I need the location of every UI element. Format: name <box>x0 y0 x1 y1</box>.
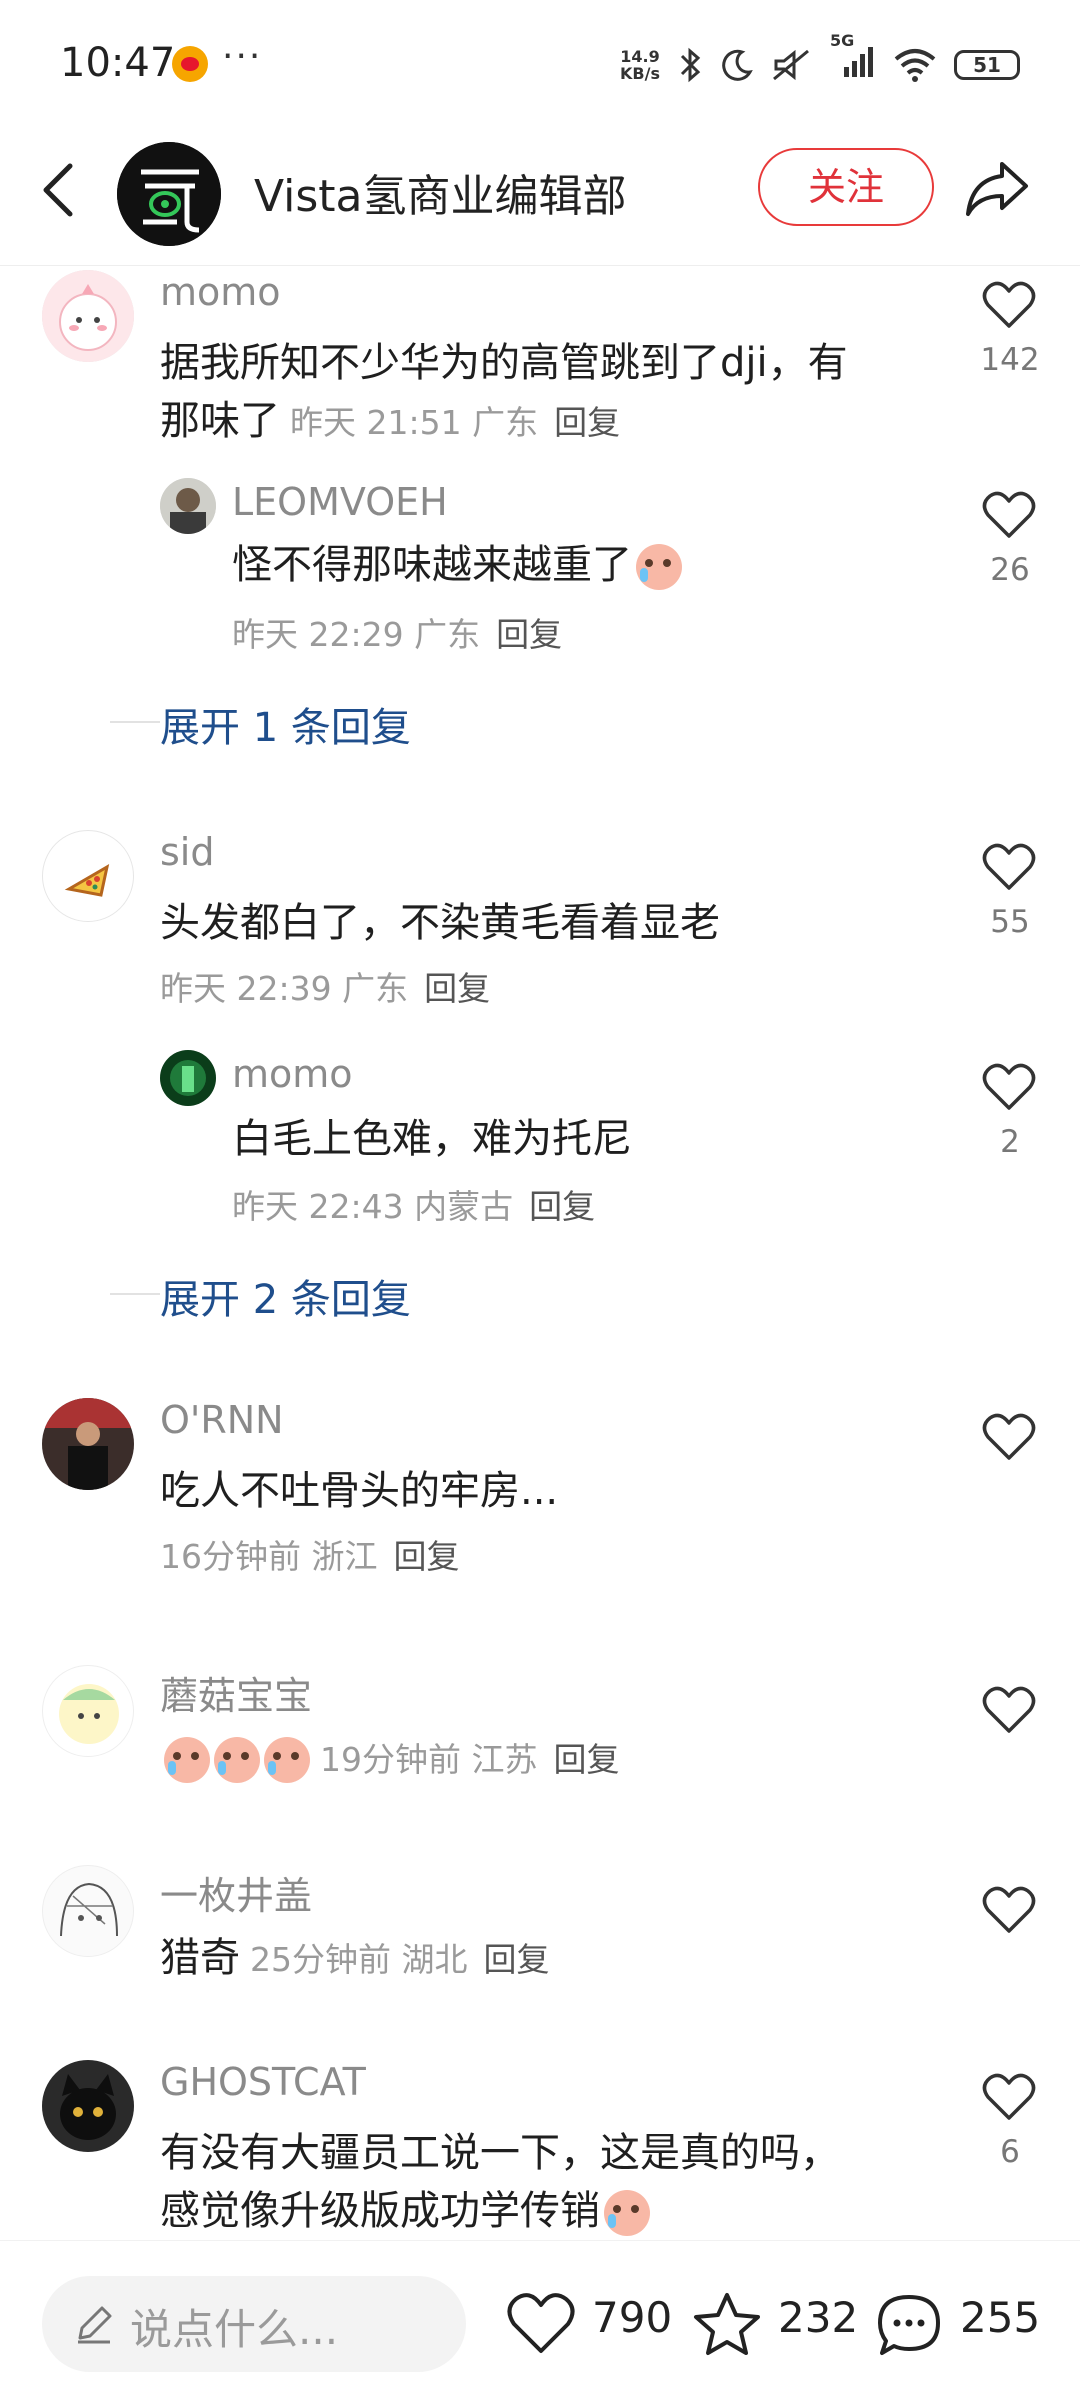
reply-button[interactable]: 回复 <box>484 1940 550 1979</box>
account-avatar[interactable] <box>117 142 221 246</box>
status-bar: 10:47 ··· 14.9 KB/s 5G 51 <box>0 0 1080 130</box>
like-count: 2 <box>1000 1124 1020 1160</box>
comment-input[interactable]: 说点什么... <box>42 2276 466 2372</box>
like-heart-icon[interactable] <box>982 1885 1036 1935</box>
wifi-icon <box>894 49 936 82</box>
comment-location: 广东 <box>342 969 409 1008</box>
comment-time: 19分钟前 <box>320 1740 461 1779</box>
comment-username[interactable]: 一枚井盖 <box>160 1865 312 1920</box>
comment-text: 白毛上色难，难为托尼 <box>232 1116 632 1162</box>
comment-username[interactable]: momo <box>232 1052 353 1096</box>
comment-username[interactable]: 蘑菇宝宝 <box>160 1665 312 1720</box>
like-heart-icon[interactable] <box>982 1412 1036 1462</box>
comment-location: 浙江 <box>311 1537 378 1576</box>
like-heart-icon[interactable] <box>982 1685 1036 1735</box>
like-heart-icon[interactable] <box>982 2072 1036 2122</box>
comment-meta: 昨天 22:39 广东 回复 <box>160 962 490 1010</box>
comment-text: 猎奇 25分钟前 湖北 回复 <box>160 1935 550 1981</box>
page-title: Vista氢商业编辑部 <box>254 171 627 222</box>
header-bar: Vista氢商业编辑部 关注 <box>0 130 1080 266</box>
comment-location: 内蒙古 <box>414 1187 514 1226</box>
crying-emoji-icon <box>214 1737 260 1783</box>
comment-time: 昨天 21:51 <box>290 403 462 442</box>
user-avatar[interactable] <box>42 1865 134 1957</box>
like-count: 6 <box>1000 2134 1020 2170</box>
back-arrow-icon[interactable] <box>36 160 84 220</box>
like-count: 26 <box>990 552 1030 588</box>
comment-text: 怪不得那味越来越重了 <box>232 536 682 594</box>
expand-replies-link[interactable]: 展开 1 条回复 <box>110 695 411 753</box>
star-favorite-icon[interactable] <box>692 2291 762 2357</box>
expand-replies-link[interactable]: 展开 2 条回复 <box>110 1267 411 1325</box>
network-speed: 14.9 KB/s <box>620 47 660 83</box>
comment-time: 25分钟前 <box>250 1940 391 1979</box>
comment-text: 头发都白了，不染黄毛看着显老 <box>160 900 720 946</box>
user-avatar[interactable] <box>42 1398 134 1490</box>
comment-input-placeholder: 说点什么... <box>130 2305 339 2354</box>
reply-button[interactable]: 回复 <box>554 403 620 442</box>
comment-time: 昨天 22:43 <box>232 1187 404 1226</box>
moon-icon <box>722 49 753 81</box>
comment-username[interactable]: O'RNN <box>160 1398 284 1442</box>
bottom-action-bar: 说点什么... 790 232 255 <box>0 2240 1080 2401</box>
comment-username[interactable]: GHOSTCAT <box>160 2060 366 2104</box>
user-avatar[interactable] <box>160 1050 216 1106</box>
comment-text: 吃人不吐骨头的牢房... <box>160 1468 559 1514</box>
user-avatar[interactable] <box>42 270 134 362</box>
reply-button[interactable]: 回复 <box>394 1537 460 1576</box>
comment-location: 广东 <box>414 615 481 654</box>
share-icon[interactable] <box>964 158 1030 220</box>
comment-text: 有没有大疆员工说一下，这是真的吗， 感觉像升级版成功学传销 <box>160 2130 840 2236</box>
like-heart-icon[interactable] <box>506 2291 576 2357</box>
bluetooth-icon <box>680 47 701 83</box>
crying-emoji-icon <box>604 2190 650 2236</box>
more-notifications-icon: ··· <box>222 36 263 77</box>
comment-username[interactable]: sid <box>160 830 214 874</box>
comment-text: 19分钟前 江苏 回复 <box>160 1729 620 1789</box>
battery-indicator: 51 <box>954 50 1020 80</box>
comment-location: 江苏 <box>471 1740 538 1779</box>
user-avatar[interactable] <box>160 478 216 534</box>
total-likes-count: 790 <box>592 2293 673 2342</box>
reply-button[interactable]: 回复 <box>529 1187 595 1226</box>
user-avatar[interactable] <box>42 2060 134 2152</box>
like-count: 55 <box>990 904 1030 940</box>
comment-time: 16分钟前 <box>160 1537 301 1576</box>
comment-location: 湖北 <box>401 1940 468 1979</box>
reply-button[interactable]: 回复 <box>424 969 490 1008</box>
mute-icon <box>773 49 809 81</box>
reply-button[interactable]: 回复 <box>496 615 562 654</box>
follow-button[interactable]: 关注 <box>758 148 934 226</box>
crying-emoji-icon <box>264 1737 310 1783</box>
user-avatar[interactable] <box>42 830 134 922</box>
comment-time: 昨天 22:29 <box>232 615 404 654</box>
comment-meta: 昨天 22:43 内蒙古 回复 <box>232 1180 595 1228</box>
comment-meta: 16分钟前 浙江 回复 <box>160 1530 460 1578</box>
status-time: 10:47 <box>60 40 176 86</box>
comment-bubble-icon[interactable] <box>874 2291 944 2357</box>
total-comments-count: 255 <box>960 2293 1041 2342</box>
like-count: 142 <box>980 342 1040 378</box>
comment-meta: 昨天 22:29 广东 回复 <box>232 608 562 656</box>
like-heart-icon[interactable] <box>982 842 1036 892</box>
comment-time: 昨天 22:39 <box>160 969 332 1008</box>
pencil-icon <box>78 2306 112 2344</box>
like-heart-icon[interactable] <box>982 490 1036 540</box>
like-heart-icon[interactable] <box>982 280 1036 330</box>
like-heart-icon[interactable] <box>982 1062 1036 1112</box>
comment-location: 广东 <box>472 403 539 442</box>
total-favorites-count: 232 <box>778 2293 859 2342</box>
comment-username[interactable]: momo <box>160 270 281 314</box>
crying-emoji-icon <box>164 1737 210 1783</box>
reply-button[interactable]: 回复 <box>554 1740 620 1779</box>
weibo-notification-icon <box>172 46 208 82</box>
signal-icon: 5G <box>830 31 876 86</box>
crying-emoji-icon <box>636 544 682 590</box>
status-icons: 14.9 KB/s 5G 51 <box>620 31 1020 90</box>
user-avatar[interactable] <box>42 1665 134 1757</box>
comment-text: 据我所知不少华为的高管跳到了dji，有 那味了 昨天 21:51 广东 回复 <box>160 340 848 444</box>
comment-username[interactable]: LEOMVOEH <box>232 480 448 524</box>
